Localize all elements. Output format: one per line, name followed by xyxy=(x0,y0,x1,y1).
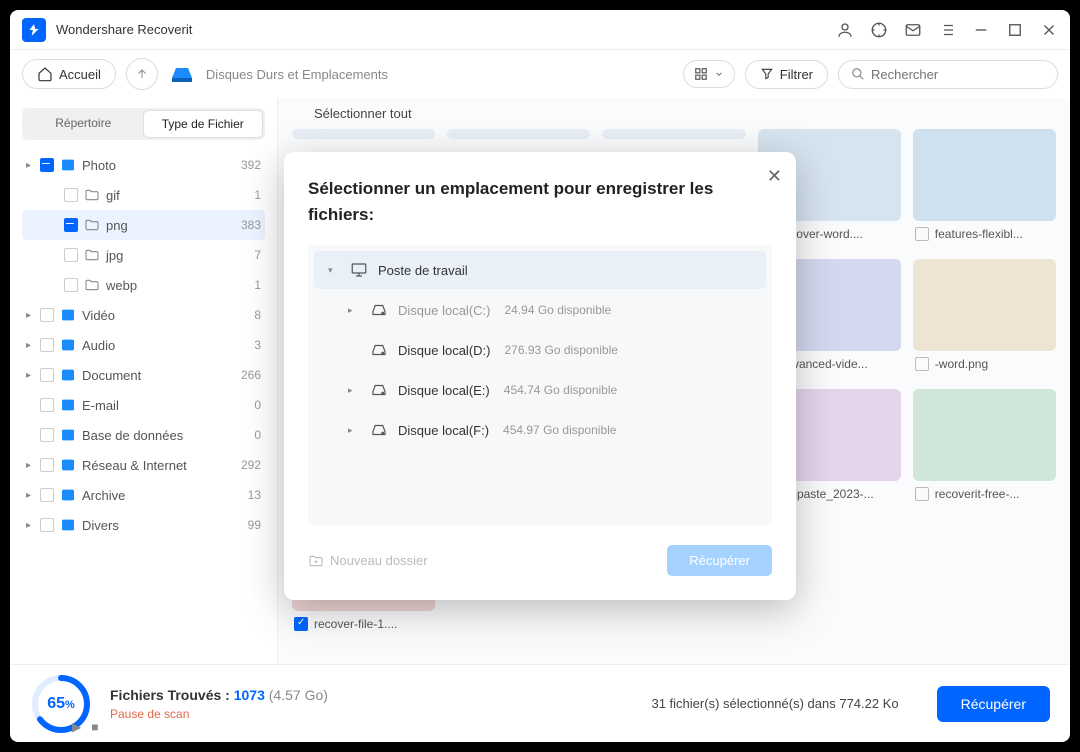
drive-name: Disque local(D:) xyxy=(398,343,490,358)
new-folder-icon xyxy=(308,553,324,569)
modal-close-icon[interactable]: ✕ xyxy=(767,166,782,187)
drive-name: Disque local(E:) xyxy=(398,383,490,398)
modal-recover-button[interactable]: Récupérer xyxy=(667,545,772,576)
modal-title: Sélectionner un emplacement pour enregis… xyxy=(308,176,772,227)
drive-free: 276.93 Go disponible xyxy=(504,343,617,357)
drive-icon xyxy=(370,421,388,439)
chevron-right-icon: ▸ xyxy=(348,385,360,396)
new-folder-button[interactable]: Nouveau dossier xyxy=(308,553,428,569)
drive-item[interactable]: ▸ Disque local(C:) 24.94 Go disponible xyxy=(314,291,766,329)
drive-root-label: Poste de travail xyxy=(378,263,468,278)
drive-name: Disque local(F:) xyxy=(398,423,489,438)
drive-name: Disque local(C:) xyxy=(398,303,490,318)
drive-item[interactable]: ▸ Disque local(F:) 454.97 Go disponible xyxy=(314,411,766,449)
modal-overlay: ✕ Sélectionner un emplacement pour enreg… xyxy=(0,0,1080,752)
chevron-right-icon: ▸ xyxy=(348,305,360,316)
drive-root[interactable]: ▾ Poste de travail xyxy=(314,251,766,289)
drive-free: 454.74 Go disponible xyxy=(504,383,617,397)
drive-free: 24.94 Go disponible xyxy=(504,303,611,317)
drive-icon xyxy=(370,341,388,359)
drive-item[interactable]: ▸ Disque local(E:) 454.74 Go disponible xyxy=(314,371,766,409)
drive-list: ▾ Poste de travail ▸ Disque local(C:) 24.9… xyxy=(308,245,772,525)
drive-item[interactable]: Disque local(D:) 276.93 Go disponible xyxy=(314,331,766,369)
drive-icon xyxy=(370,381,388,399)
chevron-down-icon: ▾ xyxy=(328,265,340,276)
save-location-modal: ✕ Sélectionner un emplacement pour enreg… xyxy=(284,152,796,600)
drive-icon xyxy=(370,301,388,319)
chevron-right-icon: ▸ xyxy=(348,425,360,436)
drive-free: 454.97 Go disponible xyxy=(503,423,616,437)
new-folder-label: Nouveau dossier xyxy=(330,553,428,569)
computer-icon xyxy=(350,261,368,279)
